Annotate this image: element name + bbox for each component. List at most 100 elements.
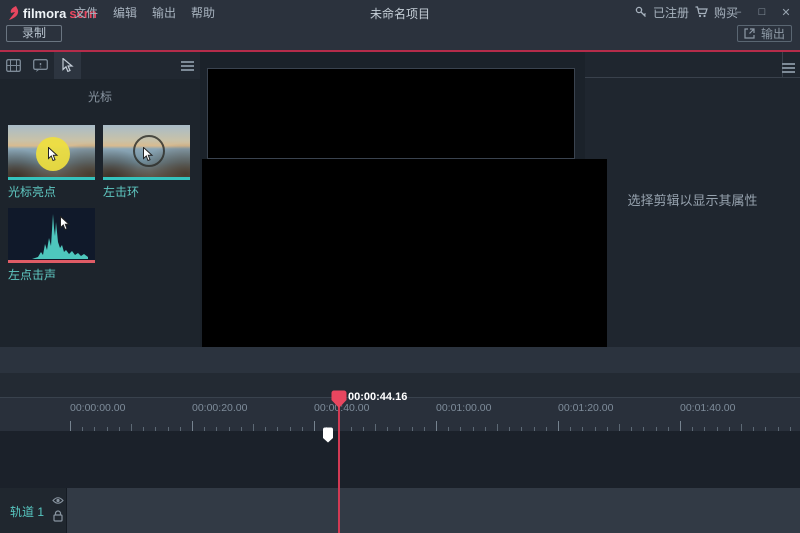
ruler-tick <box>655 427 657 431</box>
ruler-tick <box>411 427 413 431</box>
ruler-tick <box>301 427 303 431</box>
ruler-label: 00:00:20.00 <box>192 402 248 414</box>
ruler-tick <box>582 427 584 431</box>
properties-panel: 选择剪辑以显示其属性 <box>585 52 800 347</box>
minimize-button[interactable]: – <box>726 6 750 18</box>
ruler-tick <box>118 427 120 431</box>
annotation-icon <box>33 59 48 72</box>
menu-bar: 文件 编辑 输出 帮助 <box>74 0 215 24</box>
ruler-label: 00:01:00.00 <box>436 402 492 414</box>
track-visibility-icon[interactable] <box>52 496 64 505</box>
maximize-button[interactable]: □ <box>750 6 774 18</box>
ruler-tick <box>314 421 315 431</box>
close-button[interactable]: ✕ <box>774 6 798 19</box>
ruler-tick <box>399 427 401 431</box>
ruler-tick <box>753 427 755 431</box>
ruler-tick <box>460 427 462 431</box>
media-panel: 光标 光标亮点 左击环 左点击声 <box>0 52 200 347</box>
ruler-tick <box>667 427 669 431</box>
ruler-tick <box>741 424 742 431</box>
panel-menu-icon[interactable] <box>181 59 194 73</box>
menu-help[interactable]: 帮助 <box>191 4 215 21</box>
ruler-tick <box>765 427 767 431</box>
title-bar: filmora scrn 文件 编辑 输出 帮助 未命名项目 已注册 购买 – … <box>0 0 800 50</box>
ruler-tick <box>155 427 157 431</box>
ruler-label: 00:00:00.00 <box>70 402 126 414</box>
menu-edit[interactable]: 编辑 <box>113 4 137 21</box>
preview-video <box>202 159 607 347</box>
track-name: 轨道 1 <box>10 505 45 519</box>
ruler-tick <box>192 421 193 431</box>
panel-tab-bar <box>0 52 200 79</box>
track-lock-icon[interactable] <box>53 510 63 522</box>
ruler-tick <box>497 424 498 431</box>
cursor-tab-icon <box>61 58 74 73</box>
ruler-tick <box>362 427 364 431</box>
ruler-tick <box>448 427 450 431</box>
thumbnail-image <box>103 125 190 177</box>
export-button-label: 输出 <box>760 27 785 41</box>
ruler-tick <box>277 427 279 431</box>
ruler-tick <box>777 427 779 431</box>
ruler-tick <box>521 427 523 431</box>
track-header: 轨道 1 <box>0 488 67 533</box>
cursor-effect-click-ring[interactable]: 左击环 <box>103 125 190 200</box>
ruler-tick <box>82 427 84 431</box>
ruler-label: 00:01:20.00 <box>558 402 614 414</box>
ruler-tick <box>289 427 291 431</box>
ruler-tick <box>240 427 242 431</box>
ruler-tick <box>545 427 547 431</box>
export-icon <box>744 28 755 39</box>
ruler-tick <box>265 427 267 431</box>
ruler-tick <box>94 427 96 431</box>
filmora-scrn-window: filmora scrn 文件 编辑 输出 帮助 未命名项目 已注册 购买 – … <box>0 0 800 533</box>
ruler-tick <box>131 424 132 431</box>
key-icon[interactable] <box>635 6 647 18</box>
track-lane[interactable] <box>67 488 800 533</box>
ruler-tick <box>716 427 718 431</box>
ruler-tick <box>423 427 425 431</box>
properties-header <box>585 52 800 78</box>
menu-file[interactable]: 文件 <box>74 4 98 21</box>
ruler-tick <box>533 427 535 431</box>
menu-export[interactable]: 输出 <box>152 4 176 21</box>
ruler-tick <box>143 427 145 431</box>
thumbnail-image <box>8 125 95 177</box>
ruler-tick <box>728 427 730 431</box>
ruler-tick <box>375 424 376 431</box>
ruler-tick <box>70 421 71 431</box>
ruler-tick <box>204 427 206 431</box>
effect-label: 光标亮点 <box>8 185 57 199</box>
cursor-effect-highlight[interactable]: 光标亮点 <box>8 125 95 200</box>
timeline-marker[interactable] <box>322 427 334 443</box>
ruler-tick <box>680 421 681 431</box>
ruler-tick <box>704 427 706 431</box>
export-button[interactable]: 输出 <box>737 25 792 42</box>
cursor-effect-click-sound[interactable]: 左点击声 <box>8 208 95 283</box>
ruler-tick <box>106 427 108 431</box>
cursor-icon <box>48 147 59 162</box>
registered-label[interactable]: 已注册 <box>653 4 689 21</box>
ruler-tick <box>472 427 474 431</box>
tab-annotations[interactable] <box>27 52 54 79</box>
ruler-tick <box>436 421 437 431</box>
playhead-handle[interactable] <box>331 390 347 409</box>
preview-frame <box>207 68 575 159</box>
thumbnail-image <box>8 208 95 260</box>
properties-menu-icon[interactable] <box>782 61 795 75</box>
effect-label: 左击环 <box>103 185 140 199</box>
record-button[interactable]: 录制 <box>6 25 62 42</box>
ruler-tick <box>253 424 254 431</box>
playhead-time-label: 00:00:44.16 <box>348 391 408 403</box>
timeline-background <box>0 431 800 488</box>
ruler-tick <box>350 427 352 431</box>
logo-icon <box>9 6 19 20</box>
playhead-line[interactable] <box>338 391 340 533</box>
cart-icon[interactable] <box>695 6 708 18</box>
film-icon <box>6 59 21 72</box>
account-area: 已注册 购买 <box>635 0 738 24</box>
timeline-track: 轨道 1 <box>0 488 800 533</box>
tab-cursor[interactable] <box>54 52 81 79</box>
cursor-icon <box>60 216 71 231</box>
tab-media[interactable] <box>0 52 27 79</box>
